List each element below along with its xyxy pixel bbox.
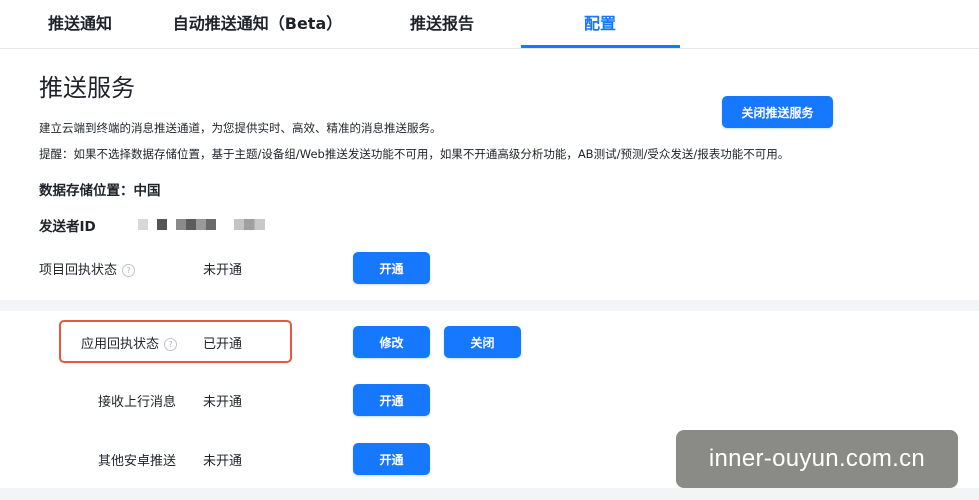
tab-auto-push-beta[interactable]: 自动推送通知（Beta） bbox=[160, 0, 355, 48]
tab-bar: 推送通知 自动推送通知（Beta） 推送报告 配置 bbox=[0, 0, 979, 49]
upstream-message-status: 未开通 bbox=[203, 395, 243, 410]
tab-push-report[interactable]: 推送报告 bbox=[382, 0, 502, 48]
push-service-card bbox=[0, 49, 979, 300]
modify-app-receipt-button[interactable]: 修改 bbox=[353, 326, 430, 358]
enable-upstream-message-button[interactable]: 开通 bbox=[353, 384, 430, 416]
tab-config[interactable]: 配置 bbox=[540, 0, 660, 48]
close-app-receipt-button[interactable]: 关闭 bbox=[444, 326, 521, 358]
sender-id-label: 发送者ID bbox=[39, 219, 96, 235]
service-description: 建立云端到终端的消息推送通道，为您提供实时、高效、精准的消息推送服务。 bbox=[39, 121, 442, 135]
redacted-block bbox=[157, 219, 167, 230]
enable-project-receipt-button[interactable]: 开通 bbox=[353, 252, 430, 284]
watermark: inner-ouyun.com.cn bbox=[676, 430, 958, 488]
enable-other-android-push-button[interactable]: 开通 bbox=[353, 443, 430, 475]
highlight-annotation bbox=[59, 320, 292, 363]
tab-push-notification[interactable]: 推送通知 bbox=[20, 0, 140, 48]
row-label: 项目回执状态 bbox=[39, 263, 118, 278]
active-tab-indicator bbox=[521, 45, 680, 48]
redacted-block bbox=[138, 219, 148, 230]
storage-location: 数据存储位置：中国 bbox=[39, 183, 161, 199]
page-title: 推送服务 bbox=[39, 74, 135, 102]
row-upstream-message: 接收上行消息 bbox=[98, 395, 177, 410]
row-project-receipt: 项目回执状态? bbox=[39, 259, 136, 278]
project-receipt-status: 未开通 bbox=[203, 263, 243, 278]
redacted-block bbox=[234, 219, 265, 230]
service-tip: 提醒：如果不选择数据存储位置，基于主题/设备组/Web推送发送功能不可用，如果不… bbox=[39, 147, 790, 161]
row-other-android-push: 其他安卓推送 bbox=[98, 454, 177, 469]
redacted-block bbox=[176, 219, 216, 230]
close-push-service-button[interactable]: 关闭推送服务 bbox=[722, 96, 833, 128]
other-android-push-status: 未开通 bbox=[203, 454, 243, 469]
help-icon[interactable]: ? bbox=[122, 264, 136, 277]
